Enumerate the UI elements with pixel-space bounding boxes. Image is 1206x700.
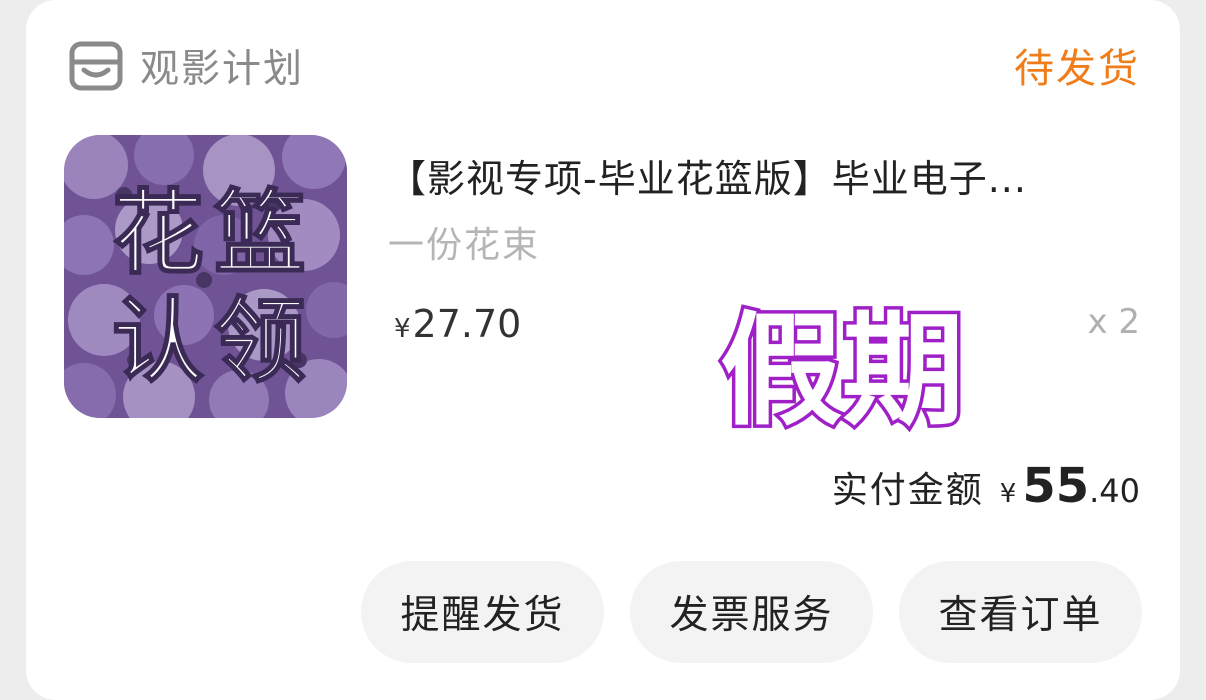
quantity: x 2 (1087, 302, 1140, 342)
purple-flowers-thumbnail: 花 篮 认 领 (64, 135, 347, 418)
shop-name: 观影计划 (140, 47, 305, 92)
thumb-char-2: 篮 (214, 180, 306, 287)
total-integer: 55 (1022, 458, 1090, 514)
order-actions: 提醒发货 发票服务 查看订单 (361, 561, 1142, 663)
order-card[interactable]: 观影计划 待发货 花 篮 认 领 【影视专项-毕业花篮版】毕业电子... 一份花… (26, 0, 1180, 700)
shop-icon (69, 41, 123, 91)
total-decimal: .40 (1089, 472, 1140, 510)
order-status: 待发货 (1014, 46, 1140, 92)
view-order-button[interactable]: 查看订单 (899, 561, 1142, 663)
total-paid: 实付金额 ¥ 55 .40 (832, 458, 1140, 514)
total-label: 实付金额 (831, 470, 984, 511)
invoice-service-button[interactable]: 发票服务 (630, 561, 873, 663)
thumb-char-1: 花 (112, 180, 204, 287)
shop-header[interactable]: 观影计划 (68, 38, 304, 94)
product-title[interactable]: 【影视专项-毕业花篮版】毕业电子... (388, 148, 1128, 203)
thumb-char-4: 领 (214, 288, 306, 395)
remind-ship-button[interactable]: 提醒发货 (361, 561, 604, 663)
total-currency: ¥ (999, 479, 1017, 509)
product-variant: 一份花束 (388, 225, 541, 266)
unit-price-amount: 27.70 (412, 302, 522, 346)
unit-price: ¥ 27.70 (394, 302, 521, 346)
watermark-text: 假期 (720, 300, 964, 435)
unit-price-currency: ¥ (394, 314, 411, 344)
thumb-char-3: 认 (112, 288, 204, 395)
product-thumbnail[interactable]: 花 篮 认 领 (64, 135, 347, 418)
watermark-overlay: 假期 (717, 297, 968, 436)
